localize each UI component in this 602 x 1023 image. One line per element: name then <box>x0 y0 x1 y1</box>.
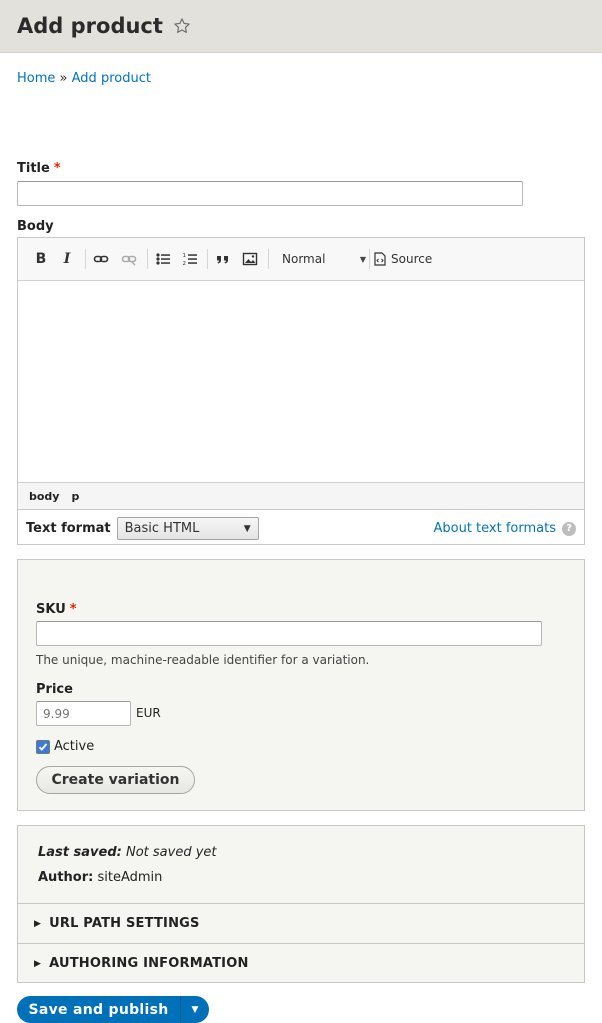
required-marker: * <box>69 602 77 617</box>
source-label: Source <box>391 252 433 266</box>
numbered-list-icon[interactable]: 12 <box>180 249 200 269</box>
blockquote-icon[interactable] <box>213 249 233 269</box>
toolbar-separator <box>85 249 86 269</box>
author-row: Author: siteAdmin <box>38 870 162 885</box>
page-header: Add product <box>0 0 602 53</box>
active-checkbox-row: Active <box>36 739 94 754</box>
text-format-label: Text format <box>26 521 111 536</box>
sku-input[interactable] <box>36 621 542 646</box>
breadcrumb-home-link[interactable]: Home <box>17 71 55 86</box>
author-value: siteAdmin <box>97 870 163 885</box>
toolbar-separator <box>369 249 370 269</box>
about-text-formats-link[interactable]: About text formats ? <box>433 521 576 536</box>
paragraph-format-dropdown[interactable]: Normal ▼ <box>276 249 366 269</box>
url-path-settings-label: URL PATH SETTINGS <box>49 916 200 931</box>
authoring-information-label: AUTHORING INFORMATION <box>49 956 249 971</box>
title-label-row: Title * <box>17 161 61 176</box>
source-button[interactable]: Source <box>374 249 432 269</box>
editor-content-area[interactable] <box>18 281 584 483</box>
dropbutton-toggle[interactable]: ▼ <box>180 996 209 1023</box>
unlink-icon[interactable] <box>119 249 139 269</box>
svg-text:1: 1 <box>183 253 187 259</box>
create-variation-button[interactable]: Create variation <box>36 766 195 794</box>
title-label: Title <box>17 161 50 176</box>
chevron-down-icon: ▼ <box>191 1004 199 1015</box>
path-element-p[interactable]: p <box>71 490 79 503</box>
image-icon[interactable] <box>240 249 260 269</box>
star-icon[interactable] <box>173 17 191 35</box>
save-dropbutton: Save and publish ▼ <box>17 996 209 1023</box>
price-label: Price <box>36 682 73 697</box>
editor-toolbar: B I 12 Normal ▼ Source <box>18 238 584 281</box>
price-input[interactable] <box>36 701 131 726</box>
last-saved-value: Not saved yet <box>125 845 217 860</box>
bulleted-list-icon[interactable] <box>153 249 173 269</box>
author-label: Author: <box>38 870 94 885</box>
help-icon: ? <box>562 521 576 536</box>
italic-button[interactable]: I <box>57 249 77 269</box>
title-input[interactable] <box>17 181 523 206</box>
source-icon <box>374 252 386 266</box>
chevron-down-icon: ▼ <box>359 254 366 264</box>
breadcrumb-separator: » <box>59 71 68 86</box>
save-and-publish-button[interactable]: Save and publish <box>17 996 180 1023</box>
active-checkbox[interactable] <box>36 739 50 754</box>
product-variation-form: SKU * The unique, machine-readable identi… <box>17 559 585 811</box>
required-marker: * <box>53 161 61 176</box>
url-path-settings-toggle[interactable]: ▶ URL PATH SETTINGS <box>18 903 584 943</box>
authoring-information-toggle[interactable]: ▶ AUTHORING INFORMATION <box>18 943 584 983</box>
active-label: Active <box>54 739 95 754</box>
text-format-value: Basic HTML <box>124 521 200 536</box>
sku-label-row: SKU * <box>36 602 77 617</box>
bold-button[interactable]: B <box>31 249 51 269</box>
meta-sidebar: Last saved: Not saved yet Author: siteAd… <box>17 825 585 983</box>
triangle-right-icon: ▶ <box>34 958 42 969</box>
chevron-down-icon: ▼ <box>243 523 251 534</box>
last-saved-label: Last saved: <box>38 845 122 860</box>
about-text-formats-label: About text formats <box>433 521 556 536</box>
link-icon[interactable] <box>91 249 111 269</box>
text-format-row: Text format Basic HTML ▼ About text form… <box>18 510 584 547</box>
page-title: Add product <box>17 14 163 38</box>
toolbar-separator <box>268 249 269 269</box>
svg-text:2: 2 <box>183 261 187 267</box>
body-editor: B I 12 Normal ▼ Source body p Text forma… <box>17 237 585 545</box>
currency-label: EUR <box>136 706 161 720</box>
breadcrumb-current-link[interactable]: Add product <box>72 71 151 86</box>
paragraph-format-value: Normal <box>282 252 326 266</box>
sku-label: SKU <box>36 602 66 617</box>
breadcrumb: Home » Add product <box>17 71 151 86</box>
text-format-select[interactable]: Basic HTML ▼ <box>116 517 259 540</box>
toolbar-separator <box>147 249 148 269</box>
triangle-right-icon: ▶ <box>34 918 42 929</box>
path-element-body[interactable]: body <box>29 490 59 503</box>
element-path-bar: body p <box>18 483 584 510</box>
last-saved-row: Last saved: Not saved yet <box>38 845 217 860</box>
body-label: Body <box>17 219 54 234</box>
sku-description: The unique, machine-readable identifier … <box>36 653 370 667</box>
toolbar-separator <box>207 249 208 269</box>
